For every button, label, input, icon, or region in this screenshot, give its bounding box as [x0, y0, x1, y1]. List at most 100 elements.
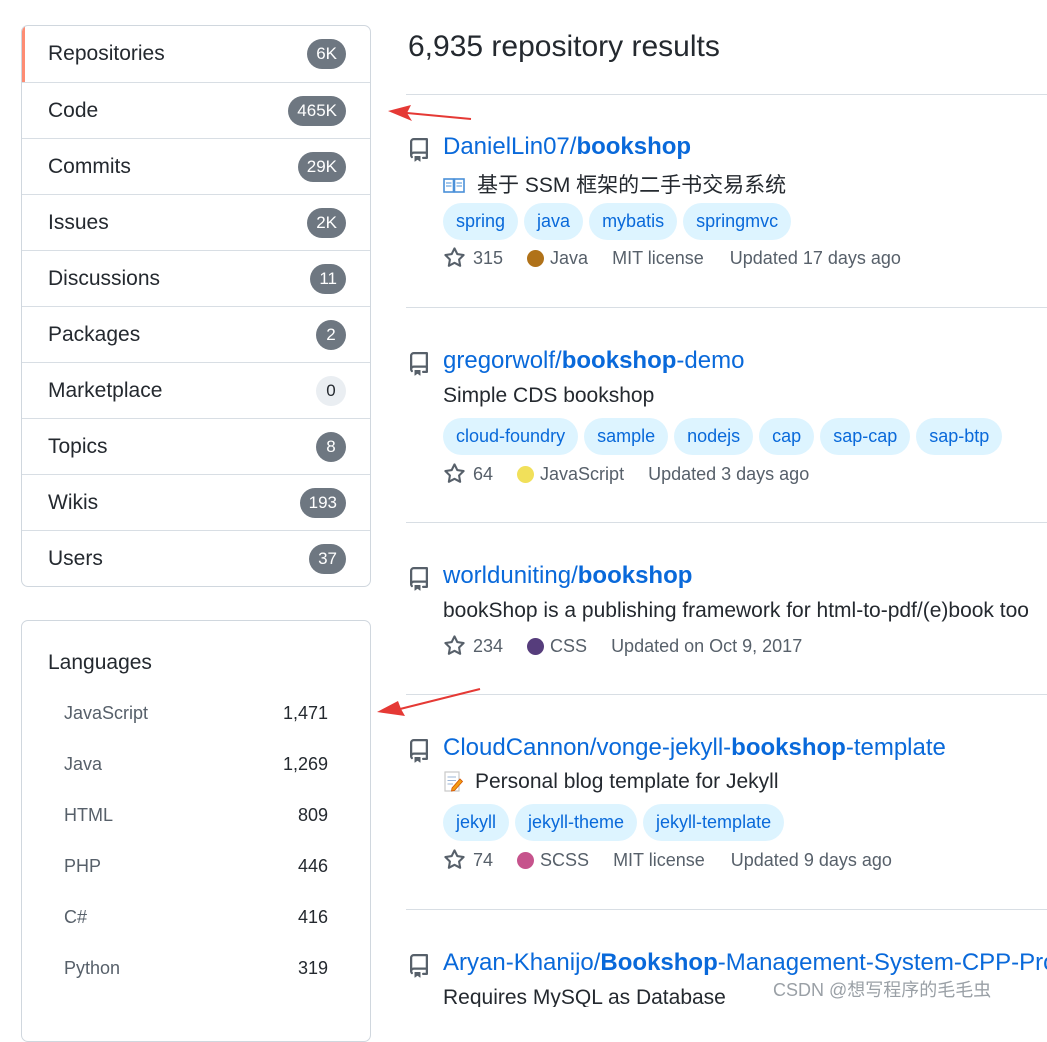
language-color-dot: [517, 465, 535, 483]
language-name: HTML: [64, 804, 113, 825]
repo-meta: 315 Java MIT license Updated 17 days ago: [443, 247, 901, 269]
topic-tag[interactable]: cloud-foundry: [443, 418, 579, 455]
repo-name-rest: -Management-System-CPP-Pro: [717, 949, 1047, 976]
language-name: Python: [64, 957, 121, 978]
results-divider: [406, 522, 1047, 523]
repo-icon: [410, 352, 428, 376]
topic-tag[interactable]: jekyll-theme: [515, 804, 638, 841]
nav-item-packages[interactable]: Packages 2: [22, 306, 370, 362]
nav-item-marketplace[interactable]: Marketplace 0: [22, 362, 370, 418]
nav-count-badge: 193: [299, 487, 346, 518]
topic-tag[interactable]: java: [524, 203, 584, 240]
repo-name-link[interactable]: gregorwolf/bookshop-demo: [443, 347, 744, 375]
repo-name-rest: -template: [845, 734, 946, 761]
repo-meta: 64 JavaScript Updated 3 days ago: [443, 463, 809, 485]
repo-language: JavaScript: [540, 463, 625, 484]
repo-icon: [410, 567, 428, 591]
nav-count-badge: 8: [316, 431, 346, 462]
topic-tag[interactable]: sap-cap: [820, 418, 911, 455]
repo-owner: gregorwolf/: [443, 347, 562, 374]
languages-title: Languages: [48, 651, 152, 674]
nav-item-commits[interactable]: Commits 29K: [22, 138, 370, 194]
language-count: 1,269: [282, 753, 328, 774]
repo-name-link[interactable]: DanielLin07/bookshop: [443, 133, 691, 161]
repo-name-link[interactable]: CloudCannon/vonge-jekyll-bookshop-templa…: [443, 734, 946, 762]
star-icon[interactable]: [443, 247, 466, 269]
nav-label: Commits: [48, 154, 131, 178]
star-icon[interactable]: [443, 463, 466, 485]
topic-tag[interactable]: sample: [584, 418, 669, 455]
star-icon[interactable]: [443, 635, 466, 657]
repo-name-link[interactable]: worlduniting/bookshop: [443, 562, 692, 590]
topic-list: jekyll jekyll-theme jekyll-template: [443, 804, 790, 841]
repo-name-match: bookshop: [731, 734, 846, 761]
repo-license: MIT license: [613, 849, 705, 870]
repo-name-match: bookshop: [577, 562, 693, 589]
nav-item-wikis[interactable]: Wikis 193: [22, 474, 370, 530]
repo-description-text: 基于 SSM 框架的二手书交易系统: [477, 174, 787, 197]
language-filter-java[interactable]: Java 1,269: [64, 749, 328, 779]
topic-tag[interactable]: spring: [443, 203, 519, 240]
nav-count-badge: 0: [316, 375, 346, 406]
repo-icon: [410, 739, 428, 763]
repo-updated: Updated on Oct 9, 2017: [611, 635, 803, 656]
topic-tag[interactable]: jekyll-template: [643, 804, 785, 841]
topic-tag[interactable]: nodejs: [674, 418, 754, 455]
results-divider: [406, 909, 1047, 910]
topic-tag[interactable]: mybatis: [589, 203, 678, 240]
topic-tag[interactable]: springmvc: [683, 203, 792, 240]
results-divider: [406, 694, 1047, 695]
repo-name-match: Bookshop: [600, 949, 718, 976]
nav-item-code[interactable]: Code 465K: [22, 82, 370, 138]
nav-count-badge: 37: [309, 543, 346, 574]
repo-description-text: Requires MySQL as Database: [443, 986, 726, 1007]
repo-updated: Updated 17 days ago: [729, 247, 901, 268]
repo-result-item: gregorwolf/bookshop-demo Simple CDS book…: [406, 347, 1047, 497]
language-filter-csharp[interactable]: C# 416: [64, 902, 328, 932]
repo-name-match: bookshop: [576, 133, 692, 160]
star-count: 74: [473, 849, 494, 870]
nav-label: Repositories: [48, 42, 165, 65]
nav-item-users[interactable]: Users 37: [22, 530, 370, 586]
repo-language: Java: [550, 247, 589, 268]
star-count: 64: [473, 463, 494, 484]
nav-label: Packages: [48, 322, 141, 346]
language-count: 416: [297, 906, 328, 927]
topic-tag[interactable]: jekyll: [443, 804, 510, 841]
language-color-dot: [517, 851, 535, 869]
nav-item-issues[interactable]: Issues 2K: [22, 194, 370, 250]
repo-description: 基于 SSM 框架的二手书交易系统: [443, 169, 786, 199]
nav-count-badge: 29K: [297, 151, 346, 182]
annotation-arrow-icon: [388, 105, 472, 121]
nav-item-discussions[interactable]: Discussions 11: [22, 250, 370, 306]
topic-tag[interactable]: sap-btp: [916, 418, 1003, 455]
nav-count-badge: 11: [310, 263, 346, 294]
nav-label: Code: [48, 98, 99, 122]
nav-label: Users: [48, 546, 103, 570]
repo-description: Simple CDS bookshop: [443, 384, 654, 408]
repo-name-link[interactable]: Aryan-Khanijo/Bookshop-Management-System…: [443, 949, 1047, 977]
language-count: 319: [297, 957, 328, 978]
nav-count-badge: 465K: [288, 95, 346, 126]
repo-icon: [410, 954, 428, 978]
language-color-dot: [527, 249, 545, 267]
nav-item-repositories[interactable]: Repositories 6K: [22, 26, 370, 82]
topic-tag[interactable]: cap: [759, 418, 815, 455]
language-name: JavaScript: [64, 702, 149, 723]
repo-result-item: worlduniting/bookshop bookShop is a publ…: [406, 562, 1047, 672]
nav-item-topics[interactable]: Topics 8: [22, 418, 370, 474]
language-count: 809: [297, 804, 328, 825]
repo-language: CSS: [550, 635, 588, 656]
repo-meta: 74 SCSS MIT license Updated 9 days ago: [443, 849, 892, 871]
language-filter-python[interactable]: Python 319: [64, 953, 328, 983]
nav-count-badge: 2K: [307, 207, 346, 238]
topic-list: cloud-foundry sample nodejs cap sap-cap …: [443, 418, 1008, 455]
memo-emoji-icon: [443, 771, 464, 793]
repo-description: Requires MySQL as Database: [443, 986, 726, 1007]
language-filter-javascript[interactable]: JavaScript 1,471: [64, 698, 328, 728]
language-filter-php[interactable]: PHP 446: [64, 851, 328, 881]
star-icon[interactable]: [443, 849, 466, 871]
repo-owner: CloudCannon/vonge-jekyll-: [443, 734, 732, 761]
language-filter-html[interactable]: HTML 809: [64, 800, 328, 830]
watermark: CSDN @想写程序的毛毛虫: [773, 980, 992, 1000]
